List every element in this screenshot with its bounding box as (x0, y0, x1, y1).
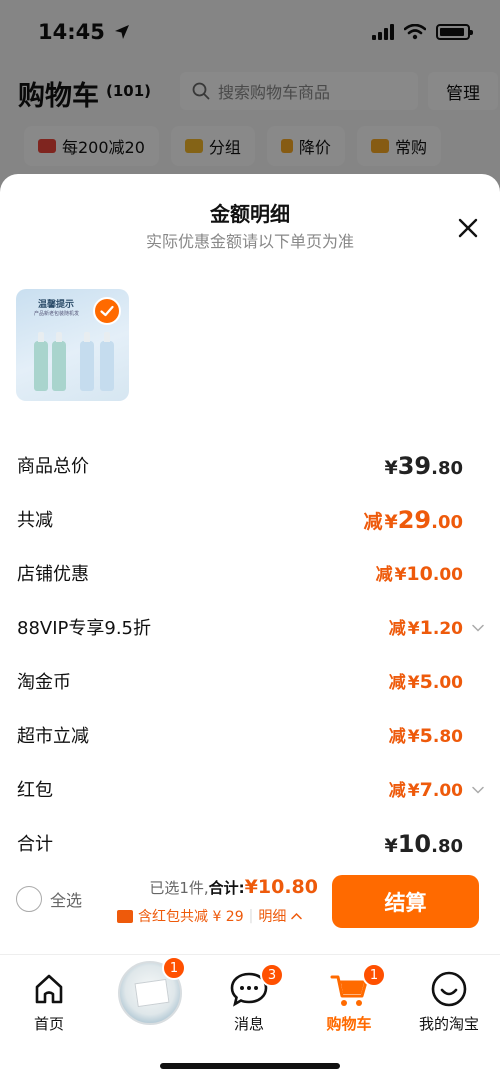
tab-label: 首页 (33, 1015, 64, 1033)
tab-messages[interactable]: 消息 3 (204, 963, 294, 1034)
thumb-banner: 温馨提示 (38, 300, 75, 310)
chevron-down-icon[interactable] (472, 622, 484, 634)
row-supermarket-discount: 超市立减 减 ¥5.80 (0, 714, 500, 754)
sheet-title: 金额明细 (210, 202, 290, 226)
row-red-packet[interactable]: 红包 减 ¥7.00 (0, 768, 500, 808)
currency-symbol: ¥ (384, 835, 398, 857)
row-amount: ¥39.80 (384, 452, 463, 480)
tab-label: 我的淘宝 (418, 1015, 479, 1033)
row-label: 88VIP专享9.5折 (17, 618, 152, 639)
row-amount: 减 ¥7.00 (389, 776, 463, 801)
total-label: 合计: (208, 879, 245, 897)
discount-prefix: 减 (363, 511, 383, 533)
row-amount: ¥10.80 (384, 830, 463, 858)
detail-toggle-label[interactable]: 明细 (258, 906, 286, 926)
chevron-down-icon[interactable] (472, 784, 484, 796)
discount-prefix: 减 (375, 565, 393, 585)
row-amount: 减 ¥5.00 (389, 668, 463, 693)
row-amount: 减 ¥1.20 (389, 614, 463, 639)
row-88vip-discount[interactable]: 88VIP专享9.5折 减 ¥1.20 (0, 606, 500, 646)
row-label: 合计 (17, 834, 53, 855)
redpack-note: 含红包共减 ¥ 29 (138, 909, 244, 925)
row-store-discount: 店铺优惠 减 ¥10.00 (0, 552, 500, 592)
bottle-image (34, 332, 48, 391)
checkout-button[interactable]: 结算 (332, 875, 479, 928)
row-label: 商品总价 (17, 456, 89, 477)
bottle-image (52, 332, 66, 391)
sheet-subtitle: 实际优惠金额请以下单页为准 (145, 232, 354, 251)
row-label: 淘金币 (17, 672, 71, 693)
amount-integer: 5 (419, 671, 433, 693)
chevron-up-icon[interactable] (291, 911, 303, 922)
amount-integer: 29 (397, 506, 432, 534)
home-indicator (160, 1063, 340, 1069)
amount-decimal: .00 (432, 673, 463, 693)
row-taojinbi: 淘金币 减 ¥5.00 (0, 660, 500, 700)
amount-integer: 10 (406, 563, 433, 585)
close-icon[interactable] (454, 214, 482, 242)
currency-symbol: ¥ (384, 511, 398, 533)
row-label: 共减 (17, 510, 53, 531)
ticket-icon (117, 909, 133, 923)
row-label: 红包 (17, 780, 53, 801)
divider: | (248, 908, 254, 924)
currency-symbol: ¥ (407, 673, 420, 693)
tab-label: 消息 (233, 1015, 264, 1033)
message-badge: 3 (260, 963, 284, 987)
bottle-image (100, 332, 114, 391)
product-card-image (134, 978, 170, 1008)
amount-integer: 7 (419, 779, 433, 801)
selected-check-icon[interactable] (93, 297, 121, 325)
discount-prefix: 减 (388, 727, 406, 747)
discount-prefix: 减 (388, 673, 406, 693)
bottle-image (80, 332, 94, 391)
row-amount: 减 ¥5.80 (389, 722, 463, 747)
select-all-label: 全选 (50, 891, 83, 910)
currency-symbol: ¥ (407, 781, 420, 801)
selection-summary: 已选1件, 合计: ¥10.80 (149, 876, 318, 898)
home-icon (35, 974, 63, 1004)
amount-decimal: .00 (432, 781, 463, 801)
row-total-price: 商品总价 ¥39.80 (0, 444, 500, 484)
tab-profile[interactable]: 我的淘宝 (404, 969, 494, 1034)
avatar-badge: 1 (162, 956, 186, 980)
row-total-discount: 共减 减 ¥29.00 (0, 498, 500, 538)
amount-decimal: .00 (431, 512, 463, 533)
row-label: 店铺优惠 (17, 564, 89, 585)
amount-decimal: .00 (432, 565, 463, 585)
tab-cart[interactable]: 购物车 1 (304, 963, 394, 1034)
select-all-radio[interactable] (16, 886, 42, 912)
profile-icon (431, 971, 467, 1007)
total-value: ¥10.80 (244, 876, 318, 898)
amount-decimal: .80 (432, 727, 463, 747)
amount-decimal: .80 (431, 458, 463, 479)
amount-integer: 10 (397, 830, 432, 858)
row-label: 超市立减 (17, 726, 89, 747)
amount-decimal: .20 (432, 619, 463, 639)
currency-symbol: ¥ (384, 457, 398, 479)
row-grand-total: 合计 ¥10.80 (0, 822, 500, 862)
amount-integer: 39 (397, 452, 432, 480)
amount-integer: 1 (419, 617, 433, 639)
row-amount: 减 ¥29.00 (363, 506, 463, 534)
currency-symbol: ¥ (407, 727, 420, 747)
amount-decimal: .80 (431, 836, 463, 857)
amount-integer: 5 (419, 725, 433, 747)
select-all-checkbox[interactable]: 全选 (16, 886, 82, 912)
discount-note[interactable]: 含红包共减 ¥ 29 | 明细 (117, 906, 303, 926)
currency-symbol: ¥ (394, 565, 407, 585)
row-amount: 减 ¥10.00 (376, 560, 463, 585)
modal-overlay[interactable] (0, 0, 500, 200)
discount-prefix: 减 (388, 619, 406, 639)
thumb-subtext: 产品新老包装随机发 (34, 311, 80, 317)
tab-home[interactable]: 首页 (4, 969, 94, 1034)
cart-badge: 1 (362, 963, 386, 987)
currency-symbol: ¥ (407, 619, 420, 639)
tab-label: 购物车 (326, 1015, 372, 1033)
selected-count: 已选1件, (149, 879, 209, 897)
discount-prefix: 减 (388, 781, 406, 801)
